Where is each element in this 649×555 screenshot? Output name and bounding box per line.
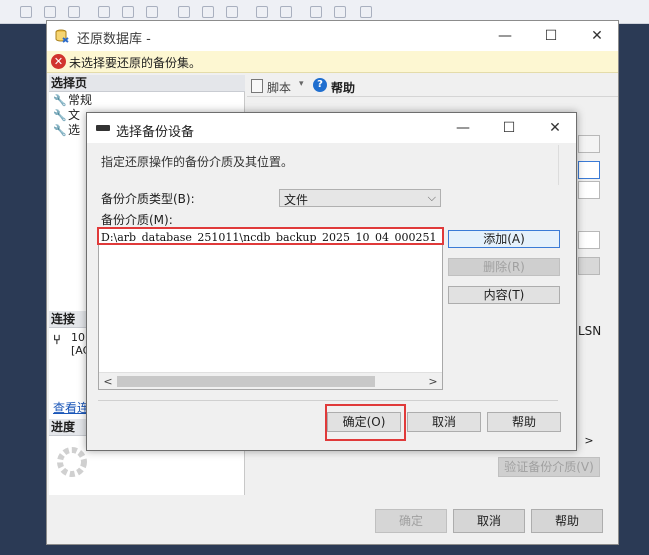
view-connection-link[interactable]: 查看连	[53, 399, 89, 416]
add-button[interactable]: 添加(A)	[448, 230, 560, 248]
script-icon[interactable]	[251, 79, 263, 93]
toolbar-icon	[98, 6, 110, 18]
browse-button-partial[interactable]	[578, 161, 600, 179]
media-list[interactable]: D:\arb_database_251011\ncdb_backup_2025_…	[98, 228, 443, 390]
wrench-icon: 🔧	[53, 109, 67, 122]
scroll-right-icon[interactable]: >	[578, 434, 600, 450]
help-button-bottom[interactable]: 帮助	[531, 509, 603, 533]
connection-icon: ⑂	[53, 333, 61, 348]
progress-spinner-icon	[57, 447, 87, 477]
disabled-button-partial	[578, 257, 600, 275]
chevron-down-icon[interactable]: ▾	[299, 79, 304, 89]
media-label: 备份介质(M):	[101, 213, 173, 227]
modal-ok-button[interactable]: 确定(O)	[327, 412, 401, 432]
nav-item-options[interactable]: 🔧选	[53, 123, 80, 138]
toolbar-icon	[202, 6, 214, 18]
host-background	[0, 24, 46, 555]
description-text: 指定还原操作的备份介质及其位置。	[101, 155, 294, 169]
toolbar-icon	[280, 6, 292, 18]
nav-item-general[interactable]: 🔧常规	[53, 93, 92, 108]
help-button[interactable]: 帮助	[331, 79, 355, 96]
script-button[interactable]: 脚本	[267, 79, 291, 96]
divider	[98, 400, 558, 401]
chevron-down-icon: ⌵	[427, 191, 436, 204]
error-icon: ✕	[51, 54, 66, 69]
select-page-header: 选择页	[49, 75, 245, 92]
modal-title-bar: 选择备份设备 — ☐ ✕	[87, 113, 576, 143]
wrench-icon: 🔧	[53, 124, 67, 137]
media-type-value: 文件	[284, 193, 309, 207]
close-button[interactable]: ✕	[577, 25, 617, 47]
toolbar-icon	[20, 6, 32, 18]
restore-toolbar: 脚本 ▾ ? 帮助	[247, 75, 618, 97]
modal-close-button[interactable]: ✕	[535, 117, 575, 139]
cancel-button[interactable]: 取消	[453, 509, 525, 533]
restore-title-bar: 还原数据库 - — ☐ ✕	[47, 21, 618, 51]
minimize-button[interactable]: —	[485, 25, 525, 47]
description-area: 指定还原操作的备份介质及其位置。	[89, 145, 559, 185]
toolbar-icon	[360, 6, 372, 18]
toolbar-icon	[334, 6, 346, 18]
maximize-button[interactable]: ☐	[531, 25, 571, 47]
modal-maximize-button[interactable]: ☐	[489, 117, 529, 139]
toolbar-icon	[68, 6, 80, 18]
nav-item-label: 常规	[68, 93, 93, 107]
media-type-select[interactable]: 文件 ⌵	[279, 189, 441, 207]
help-icon[interactable]: ?	[313, 78, 327, 92]
toolbar-icon	[256, 6, 268, 18]
modal-minimize-button[interactable]: —	[443, 117, 483, 139]
scrollbar-thumb[interactable]	[117, 376, 375, 387]
nav-item-files[interactable]: 🔧文	[53, 108, 80, 123]
warning-text: 未选择要还原的备份集。	[69, 56, 202, 70]
warning-bar: ✕ 未选择要还原的备份集。	[47, 51, 618, 73]
select-backup-device-dialog: 选择备份设备 — ☐ ✕ 指定还原操作的备份介质及其位置。 备份介质类型(B):…	[86, 112, 577, 451]
nav-item-label: 文	[68, 108, 81, 122]
toolbar-icon	[310, 6, 322, 18]
modal-cancel-button[interactable]: 取消	[407, 412, 481, 432]
media-type-label: 备份介质类型(B):	[101, 192, 195, 206]
scroll-right-icon[interactable]: >	[425, 374, 441, 389]
contents-button[interactable]: 内容(T)	[448, 286, 560, 304]
ok-button: 确定	[375, 509, 447, 533]
toolbar-icon	[226, 6, 238, 18]
modal-title-text: 选择备份设备	[116, 125, 195, 140]
nav-item-label: 选	[68, 123, 81, 137]
list-item[interactable]: D:\arb_database_251011\ncdb_backup_2025_…	[101, 230, 441, 246]
modal-help-button[interactable]: 帮助	[487, 412, 561, 432]
database-restore-icon	[55, 29, 69, 43]
horizontal-scrollbar[interactable]: < >	[99, 372, 442, 389]
lsn-column-header: LSN	[578, 324, 602, 338]
dropdown-partial[interactable]	[578, 181, 600, 199]
remove-button: 删除(R)	[448, 258, 560, 276]
restore-title-text: 还原数据库 -	[77, 32, 151, 47]
dropdown-partial[interactable]	[578, 135, 600, 153]
scroll-left-icon[interactable]: <	[100, 374, 116, 389]
verify-backup-media-button: 验证备份介质(V)	[498, 457, 600, 477]
toolbar-icon	[178, 6, 190, 18]
toolbar-icon	[44, 6, 56, 18]
toolbar-icon	[122, 6, 134, 18]
toolbar-icon	[146, 6, 158, 18]
wrench-icon: 🔧	[53, 94, 67, 107]
backup-device-icon	[96, 125, 110, 131]
dropdown-partial[interactable]	[578, 231, 600, 249]
